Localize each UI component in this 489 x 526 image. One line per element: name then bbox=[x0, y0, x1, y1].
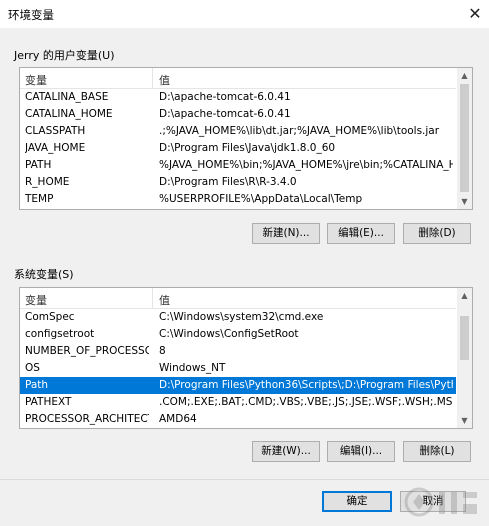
variable-name-cell: PATH bbox=[25, 159, 52, 171]
table-row[interactable]: CATALINA_BASE D:\apache-tomcat-6.0.41 bbox=[20, 89, 456, 106]
table-row[interactable]: PROCESSOR_ARCHITECT... AMD64 bbox=[20, 411, 456, 428]
system-vars-list[interactable]: 变量 值 ComSpec C:\Windows\system32\cmd.exe c… bbox=[19, 287, 473, 429]
system-delete-button[interactable]: 删除(L) bbox=[403, 441, 471, 462]
variable-value-cell: D:\Program Files\Java\jdk1.8.0_60 bbox=[159, 142, 336, 154]
table-row[interactable]: R_HOME D:\Program Files\R\R-3.4.0 bbox=[20, 174, 456, 191]
user-vars-header: 变量 值 bbox=[20, 68, 456, 89]
table-row[interactable]: ComSpec C:\Windows\system32\cmd.exe bbox=[20, 309, 456, 326]
scroll-up-icon[interactable]: ▲ bbox=[457, 288, 472, 303]
table-row[interactable]: NUMBER_OF_PROCESSORS 8 bbox=[20, 343, 456, 360]
scrollbar-thumb[interactable] bbox=[460, 316, 469, 360]
variable-value-cell: %JAVA_HOME%\bin;%JAVA_HOME%\jre\bin;%CAT… bbox=[159, 159, 453, 171]
variable-name-cell: PATHEXT bbox=[25, 396, 72, 408]
user-vars-scrollbar[interactable]: ▲ ▼ bbox=[457, 68, 472, 209]
system-vars-label: 系统变量(S) bbox=[14, 268, 74, 281]
system-new-button[interactable]: 新建(W)... bbox=[252, 441, 320, 462]
variable-name-cell: OS bbox=[25, 362, 40, 374]
variable-value-cell: %USERPROFILE%\AppData\Local\Temp bbox=[159, 193, 363, 205]
column-header-variable[interactable]: 变量 bbox=[25, 292, 47, 308]
variable-name-cell: R_HOME bbox=[25, 176, 70, 188]
variable-name-cell: TEMP bbox=[25, 193, 54, 205]
column-header-variable[interactable]: 变量 bbox=[25, 72, 47, 88]
variable-value-cell: Windows_NT bbox=[159, 362, 226, 374]
column-header-value[interactable]: 值 bbox=[159, 292, 170, 308]
table-row[interactable]: CATALINA_HOME D:\apache-tomcat-6.0.41 bbox=[20, 106, 456, 123]
window-title: 环境变量 bbox=[8, 8, 54, 22]
variable-name-cell: JAVA_HOME bbox=[25, 142, 86, 154]
watermark-logo-icon bbox=[404, 487, 477, 517]
system-edit-button[interactable]: 编辑(I)... bbox=[327, 441, 395, 462]
table-row[interactable]: CLASSPATH .;%JAVA_HOME%\lib\dt.jar;%JAVA_… bbox=[20, 123, 456, 140]
scroll-down-icon[interactable]: ▼ bbox=[457, 413, 472, 428]
variable-value-cell: .COM;.EXE;.BAT;.CMD;.VBS;.VBE;.JS;.JSE;.… bbox=[159, 396, 453, 408]
variable-value-cell: D:\apache-tomcat-6.0.41 bbox=[159, 108, 291, 120]
variable-name-cell: PROCESSOR_ARCHITECT... bbox=[25, 413, 149, 425]
scrollbar-thumb[interactable] bbox=[460, 84, 469, 192]
table-row[interactable]: OS Windows_NT bbox=[20, 360, 456, 377]
scroll-up-icon[interactable]: ▲ bbox=[457, 68, 472, 83]
variable-name-cell: CATALINA_HOME bbox=[25, 108, 113, 120]
table-row[interactable]: JAVA_HOME D:\Program Files\Java\jdk1.8.0_… bbox=[20, 140, 456, 157]
variable-name-cell: CATALINA_BASE bbox=[25, 91, 109, 103]
variable-name-cell: configsetroot bbox=[25, 328, 95, 340]
user-edit-button[interactable]: 编辑(E)... bbox=[327, 223, 395, 244]
system-vars-scrollbar[interactable]: ▲ ▼ bbox=[457, 288, 472, 428]
variable-value-cell: 8 bbox=[159, 345, 166, 357]
ok-button[interactable]: 确定 bbox=[322, 491, 392, 512]
user-delete-button[interactable]: 删除(D) bbox=[403, 223, 471, 244]
variable-value-cell: D:\Program Files\R\R-3.4.0 bbox=[159, 176, 297, 188]
variable-name-cell: ComSpec bbox=[25, 311, 75, 323]
close-icon[interactable]: ✕ bbox=[461, 0, 489, 26]
user-vars-label: Jerry 的用户变量(U) bbox=[14, 49, 115, 62]
variable-name-cell: CLASSPATH bbox=[25, 125, 86, 137]
variable-value-cell: AMD64 bbox=[159, 413, 197, 425]
variable-name-cell: Path bbox=[25, 379, 49, 391]
system-vars-header: 变量 值 bbox=[20, 288, 456, 309]
column-header-value[interactable]: 值 bbox=[159, 72, 170, 88]
title-bar: 环境变量 ✕ bbox=[0, 0, 489, 28]
table-row[interactable]: Path D:\Program Files\Python36\Scripts\;D… bbox=[20, 377, 456, 394]
scroll-down-icon[interactable]: ▼ bbox=[457, 194, 472, 209]
variable-name-cell: NUMBER_OF_PROCESSORS bbox=[25, 345, 149, 357]
table-row[interactable]: configsetroot C:\Windows\ConfigSetRoot bbox=[20, 326, 456, 343]
column-separator[interactable] bbox=[152, 288, 153, 308]
variable-value-cell: C:\Windows\ConfigSetRoot bbox=[159, 328, 299, 340]
footer-divider bbox=[0, 479, 489, 480]
variable-value-cell: .;%JAVA_HOME%\lib\dt.jar;%JAVA_HOME%\lib… bbox=[159, 125, 440, 137]
table-row[interactable]: TEMP %USERPROFILE%\AppData\Local\Temp bbox=[20, 191, 456, 208]
user-new-button[interactable]: 新建(N)... bbox=[252, 223, 320, 244]
variable-value-cell: D:\apache-tomcat-6.0.41 bbox=[159, 91, 291, 103]
column-separator[interactable] bbox=[152, 68, 153, 88]
table-row[interactable]: PATHEXT .COM;.EXE;.BAT;.CMD;.VBS;.VBE;.JS… bbox=[20, 394, 456, 411]
variable-value-cell: C:\Windows\system32\cmd.exe bbox=[159, 311, 324, 323]
variable-value-cell: D:\Program Files\Python36\Scripts\;D:\Pr… bbox=[159, 379, 453, 391]
table-row[interactable]: PATH %JAVA_HOME%\bin;%JAVA_HOME%\jre\bin;… bbox=[20, 157, 456, 174]
user-vars-list[interactable]: 变量 值 CATALINA_BASE D:\apache-tomcat-6.0.4… bbox=[19, 67, 473, 210]
